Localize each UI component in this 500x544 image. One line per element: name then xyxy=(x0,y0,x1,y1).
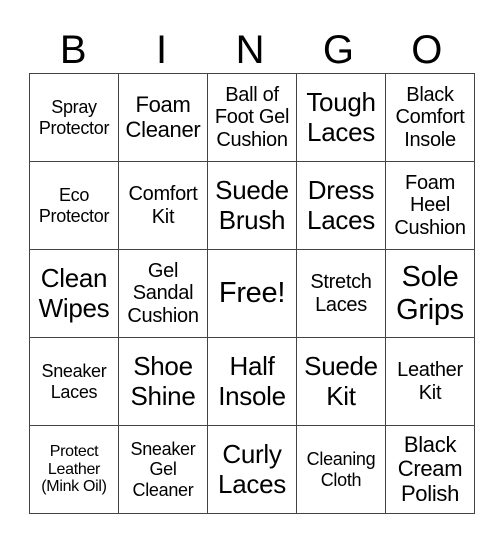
bingo-cell[interactable]: Sneaker Gel Cleaner xyxy=(118,425,208,514)
bingo-cell[interactable]: Suede Kit xyxy=(296,337,386,426)
bingo-cell[interactable]: Ball of Foot Gel Cushion xyxy=(207,73,297,162)
bingo-cell[interactable]: Sneaker Laces xyxy=(29,337,119,426)
header-letter-i: I xyxy=(156,28,168,72)
bingo-cell[interactable]: Eco Protector xyxy=(29,161,119,250)
bingo-cell[interactable]: Sole Grips xyxy=(385,249,475,338)
free-cell[interactable]: Free! xyxy=(207,249,297,338)
header-letter-o: O xyxy=(411,28,443,72)
header-letter-b: B xyxy=(59,28,87,72)
bingo-cell[interactable]: Stretch Laces xyxy=(296,249,386,338)
board-row: Eco Protector Comfort Kit Suede Brush Dr… xyxy=(29,161,475,250)
bingo-cell[interactable]: Foam Cleaner xyxy=(118,73,208,162)
header-letter-g: G xyxy=(322,28,354,72)
bingo-cell[interactable]: Comfort Kit xyxy=(118,161,208,250)
bingo-cell[interactable]: Dress Laces xyxy=(296,161,386,250)
header-letter-n: N xyxy=(235,28,265,72)
board-row: Spray Protector Foam Cleaner Ball of Foo… xyxy=(29,73,475,162)
bingo-cell[interactable]: Shoe Shine xyxy=(118,337,208,426)
bingo-cell[interactable]: Black Comfort Insole xyxy=(385,73,475,162)
board-row: Sneaker Laces Shoe Shine Half Insole Sue… xyxy=(29,337,475,426)
bingo-cell[interactable]: Half Insole xyxy=(207,337,297,426)
bingo-cell[interactable]: Black Cream Polish xyxy=(385,425,475,514)
bingo-cell[interactable]: Suede Brush xyxy=(207,161,297,250)
bingo-cell[interactable]: Cleaning Cloth xyxy=(296,425,386,514)
board-row: Protect Leather (Mink Oil) Sneaker Gel C… xyxy=(29,425,475,514)
bingo-cell[interactable]: Spray Protector xyxy=(29,73,119,162)
bingo-cell[interactable]: Gel Sandal Cushion xyxy=(118,249,208,338)
bingo-cell[interactable]: Protect Leather (Mink Oil) xyxy=(29,425,119,514)
bingo-cell[interactable]: Curly Laces xyxy=(207,425,297,514)
bingo-cell[interactable]: Clean Wipes xyxy=(29,249,119,338)
bingo-board: Spray Protector Foam Cleaner Ball of Foo… xyxy=(29,73,475,514)
bingo-cell[interactable]: Foam Heel Cushion xyxy=(385,161,475,250)
bingo-cell[interactable]: Tough Laces xyxy=(296,73,386,162)
board-row: Clean Wipes Gel Sandal Cushion Free! Str… xyxy=(29,249,475,338)
bingo-cell[interactable]: Leather Kit xyxy=(385,337,475,426)
bingo-header: B I N G O xyxy=(29,26,471,74)
